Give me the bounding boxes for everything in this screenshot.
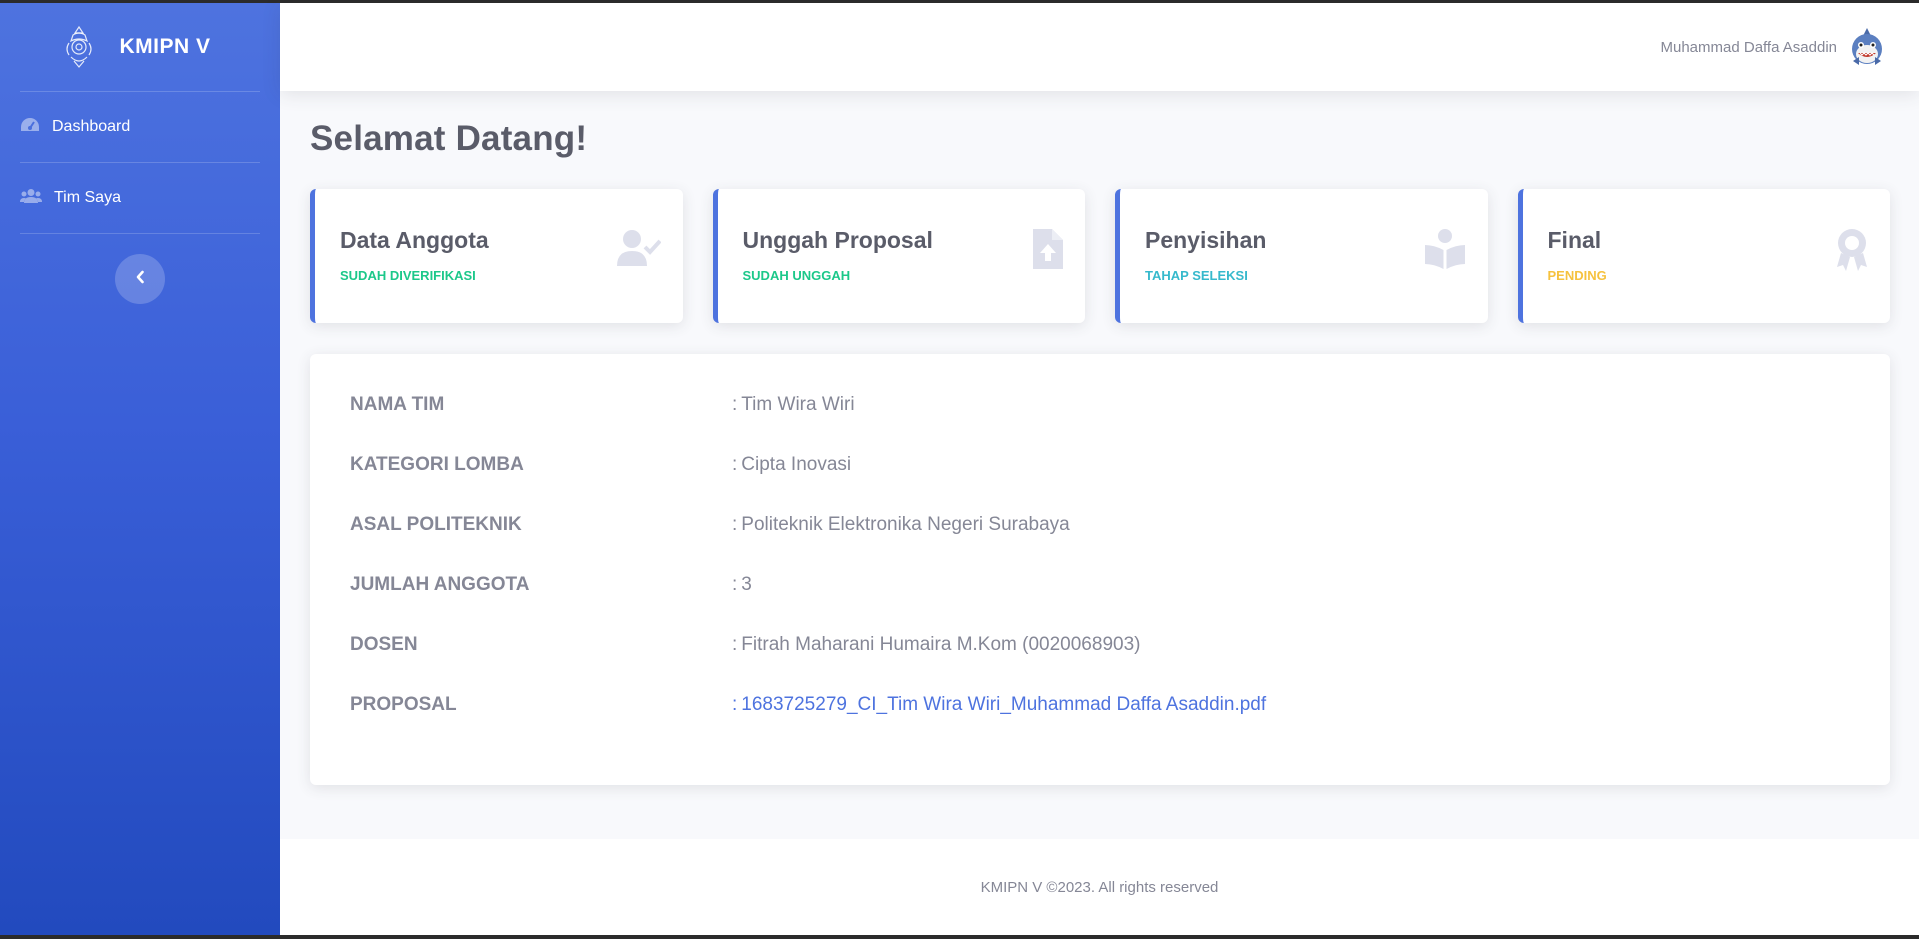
avatar[interactable] [1849,27,1885,67]
info-value: :1683725279_CI_Tim Wira Wiri_Muhammad Da… [732,694,1267,715]
info-value: : Politeknik Elektronika Negeri Surabaya [732,514,1070,535]
sidebar-toggle-button[interactable] [115,254,165,304]
info-value: : Fitrah Maharani Humaira M.Kom (00200689… [732,634,1141,655]
main-area: Muhammad Daffa Asaddin Selamat Datang! D… [280,3,1919,935]
info-row-dosen: DOSEN : Fitrah Maharani Humaira M.Kom (00… [350,634,1850,694]
member-count-value: 3 [741,574,752,595]
sidebar-brand[interactable]: KMIPN V [0,3,280,91]
lecturer-value: Fitrah Maharani Humaira M.Kom (002006890… [741,634,1141,655]
sidebar: KMIPN V Dashboard Tim Saya [0,3,280,935]
kmipn-logo-icon [59,19,99,75]
book-reader-icon [1424,229,1466,274]
team-info-panel: NAMA TIM : Tim Wira Wiri KATEGORI LOMBA :… [310,354,1890,785]
tachometer-icon [20,117,40,138]
info-row-asal-politeknik: ASAL POLITEKNIK : Politeknik Elektronika … [350,514,1850,574]
user-name[interactable]: Muhammad Daffa Asaddin [1661,39,1838,56]
info-label: NAMA TIM [350,394,445,415]
info-row-nama-tim: NAMA TIM : Tim Wira Wiri [350,394,1850,454]
app-window: KMIPN V Dashboard Tim Saya Muhammad Daff… [0,3,1919,935]
card-final: Final PENDING [1517,189,1890,323]
chevron-left-icon [135,270,145,289]
card-unggah-proposal: Unggah Proposal SUDAH UNGGAH [712,189,1085,323]
sidebar-item-tim-saya[interactable]: Tim Saya [0,163,280,233]
info-label: ASAL POLITEKNIK [350,514,522,535]
sidebar-item-label: Dashboard [52,118,131,135]
category-value: Cipta Inovasi [741,454,852,475]
info-value: : Tim Wira Wiri [732,394,855,415]
info-row-kategori: KATEGORI LOMBA : Cipta Inovasi [350,454,1850,514]
file-upload-icon [1033,229,1063,274]
polytechnic-value: Politeknik Elektronika Negeri Surabaya [741,514,1070,535]
sidebar-toggle-wrap [0,234,280,304]
topbar: Muhammad Daffa Asaddin [280,3,1919,91]
sidebar-item-dashboard[interactable]: Dashboard [0,92,280,162]
card-data-anggota: Data Anggota SUDAH DIVERIFIKASI [310,189,683,323]
info-row-jumlah-anggota: JUMLAH ANGGOTA :3 [350,574,1850,634]
page-title: Selamat Datang! [310,119,588,158]
info-label: PROPOSAL [350,694,457,715]
team-name-value: Tim Wira Wiri [741,394,855,415]
award-icon [1836,229,1868,276]
footer: KMIPN V ©2023. All rights reserved [280,839,1919,935]
status-cards: Data Anggota SUDAH DIVERIFIKASI Unggah P… [310,189,1890,323]
info-value: :3 [732,574,752,595]
info-value: : Cipta Inovasi [732,454,852,475]
footer-copyright: KMIPN V ©2023. All rights reserved [980,878,1219,896]
user-check-icon [616,229,661,272]
card-penyisihan: Penyisihan TAHAP SELEKSI [1115,189,1488,323]
sidebar-item-label: Tim Saya [54,189,121,206]
info-row-proposal: PROPOSAL :1683725279_CI_Tim Wira Wiri_Mu… [350,694,1850,754]
info-label: DOSEN [350,634,418,655]
brand-name: KMIPN V [119,35,211,58]
info-label: JUMLAH ANGGOTA [350,574,530,595]
content: Selamat Datang! Data Anggota SUDAH DIVER… [280,91,1919,789]
users-icon [20,188,42,209]
proposal-file-link[interactable]: 1683725279_CI_Tim Wira Wiri_Muhammad Daf… [741,694,1266,715]
info-label: KATEGORI LOMBA [350,454,524,475]
